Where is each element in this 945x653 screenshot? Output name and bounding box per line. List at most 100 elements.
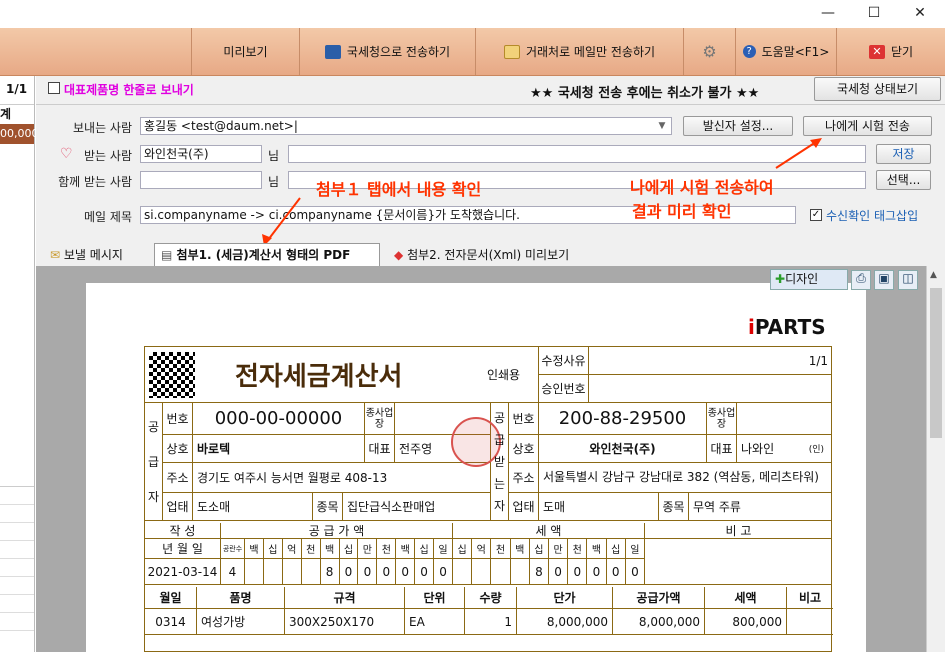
tab-xml-label: 첨부2. 전자문서(Xml) 미리보기 — [407, 248, 570, 262]
supplier-reg-label: 번호 — [163, 403, 193, 435]
scroll-up-icon[interactable]: ▲ — [930, 270, 937, 280]
receiver-side-1: 급 — [493, 433, 506, 448]
tax-digit-label: 만 — [549, 539, 569, 559]
item-cell: 0314 — [145, 609, 197, 635]
scroll-thumb[interactable] — [930, 288, 942, 438]
supply-digit-label: 만 — [358, 539, 378, 559]
receiver-rep-cell: 나와인 (인) — [737, 435, 832, 463]
tax-digit-label: 십 — [606, 539, 626, 559]
supply-digit — [301, 559, 321, 585]
supplier-addr: 경기도 여주시 능서면 월평로 408-13 — [193, 463, 491, 493]
invoice-title: 전자세금계산서 — [235, 362, 403, 392]
revision-label: 수정사유 — [539, 347, 589, 375]
receiver-addr: 서울특별시 강남구 강남대로 382 (역삼동, 메리츠타워) — [539, 463, 832, 493]
items-body: 0314 여성가방 300X250X170 EA 1 8,000,000 8,000,000… — [145, 609, 833, 653]
supplier-rep-label: 대표 — [365, 435, 395, 463]
summary-tax-label: 세 액 — [453, 523, 645, 539]
envelope-icon: ✉ — [50, 248, 61, 262]
supply-digit: 0 — [415, 559, 435, 585]
supply-digit-labels: 백십억천백십만천백십일 — [245, 539, 453, 559]
tax-digit-labels: 십억천백십만천백십일 — [453, 539, 645, 559]
items-header-cell: 세액 — [705, 587, 787, 609]
item-cell: 300X250X170 — [285, 609, 405, 635]
item-cell: 8,000,000 — [517, 609, 613, 635]
print-icon[interactable]: ⎙ — [851, 270, 871, 290]
receiver-side-label: 공 급 받 는 자 — [491, 403, 509, 521]
supply-digit-label: 억 — [282, 539, 302, 559]
receiver-side-3: 는 — [493, 476, 506, 491]
summary-written-label: 작 성 — [145, 523, 221, 539]
tab-pdf[interactable]: ▤ 첨부1. (세금)계산서 형태의 PDF — [154, 243, 380, 266]
tax-digit-label: 억 — [472, 539, 492, 559]
supplier-side-label: 공 급 자 — [145, 403, 163, 521]
receiver-side-0: 공 — [493, 411, 506, 426]
item-cell: EA — [405, 609, 465, 635]
item-cell: 1 — [465, 609, 517, 635]
invoice-table: 전자세금계산서 인쇄용 수정사유 1/1 승인번호 공 급 자 번호 000-0… — [144, 346, 833, 653]
supplier-biz-label: 업태 — [163, 493, 193, 521]
items-header-cell: 수량 — [465, 587, 517, 609]
receiver-biz-label: 업태 — [509, 493, 539, 521]
items-header-cell: 단위 — [405, 587, 465, 609]
supply-digit: 0 — [434, 559, 453, 585]
supply-digit — [245, 559, 264, 585]
supply-digit: 0 — [377, 559, 397, 585]
supplier-name: 바로텍 — [193, 435, 365, 463]
supply-digit-label: 십 — [339, 539, 359, 559]
supply-digit-label: 일 — [434, 539, 453, 559]
approval-label: 승인번호 — [539, 375, 589, 403]
supply-digits: 8000000 — [245, 559, 453, 585]
tax-digit: 0 — [549, 559, 569, 585]
tax-digit: 0 — [587, 559, 607, 585]
tax-digits: 800000 — [453, 559, 645, 585]
receiver-rep: 나와인 — [741, 442, 775, 456]
logo-text: PARTS — [754, 315, 826, 339]
tab-xml[interactable]: ◆ 첨부2. 전자문서(Xml) 미리보기 — [388, 244, 618, 266]
tab-bar: ✉ 보낼 메시지 ▤ 첨부1. (세금)계산서 형태의 PDF ◆ 첨부2. 전… — [36, 243, 945, 266]
items-header-cell: 단가 — [517, 587, 613, 609]
item-cell: 8,000,000 — [613, 609, 705, 635]
supply-digit: 0 — [339, 559, 359, 585]
tax-digit: 8 — [529, 559, 549, 585]
receiver-side-4: 자 — [493, 498, 506, 513]
supplier-addr-label: 주소 — [163, 463, 193, 493]
supplier-item-label: 종목 — [313, 493, 343, 521]
document-icon: ▤ — [161, 248, 173, 262]
tax-digit — [491, 559, 511, 585]
receiver-addr-label: 주소 — [509, 463, 539, 493]
tax-digit: 0 — [606, 559, 626, 585]
supplier-branch-label: 종사업장 — [365, 403, 395, 435]
supplier-side-1: 급 — [147, 455, 160, 469]
approval-value — [589, 375, 832, 403]
supply-digit-label: 백 — [245, 539, 264, 559]
tax-digit — [510, 559, 530, 585]
tax-digit: 0 — [625, 559, 645, 585]
items-header-cell: 품명 — [197, 587, 285, 609]
tab-message[interactable]: ✉ 보낼 메시지 — [44, 244, 156, 266]
supplier-reg-no: 000-00-00000 — [193, 403, 365, 435]
supply-digit — [282, 559, 302, 585]
supplier-side-0: 공 — [147, 420, 160, 434]
summary-date-label: 년 월 일 — [145, 539, 221, 559]
receiver-branch-label: 종사업장 — [707, 403, 737, 435]
supply-digit-label: 백 — [396, 539, 416, 559]
tax-digit-label: 백 — [510, 539, 530, 559]
supplier-side-2: 자 — [147, 490, 160, 504]
supply-digit: 8 — [320, 559, 340, 585]
supply-digit-label: 천 — [377, 539, 397, 559]
vertical-scrollbar[interactable]: ▲ — [926, 266, 945, 652]
design-button[interactable]: ✚디자인 — [770, 269, 848, 290]
items-header-row: 월일 품명 규격 단위 수량 단가 공급가액 세액 비고 — [145, 587, 833, 609]
items-header-cell: 규격 — [285, 587, 405, 609]
save-icon[interactable]: ▣ — [874, 270, 894, 290]
design-label: 디자인 — [785, 272, 819, 286]
receiver-branch-value — [737, 403, 832, 435]
summary-date: 2021-03-14 — [145, 559, 221, 585]
item-cell: 800,000 — [705, 609, 787, 635]
supply-digit-label: 십 — [263, 539, 283, 559]
receiver-biz: 도매 — [539, 493, 659, 521]
layout-icon[interactable]: ◫ — [898, 270, 918, 290]
receiver-rep-label: 대표 — [707, 435, 737, 463]
tab-pdf-label: 첨부1. (세금)계산서 형태의 PDF — [176, 248, 351, 262]
summary-blank-label: 공란수 — [221, 539, 245, 559]
